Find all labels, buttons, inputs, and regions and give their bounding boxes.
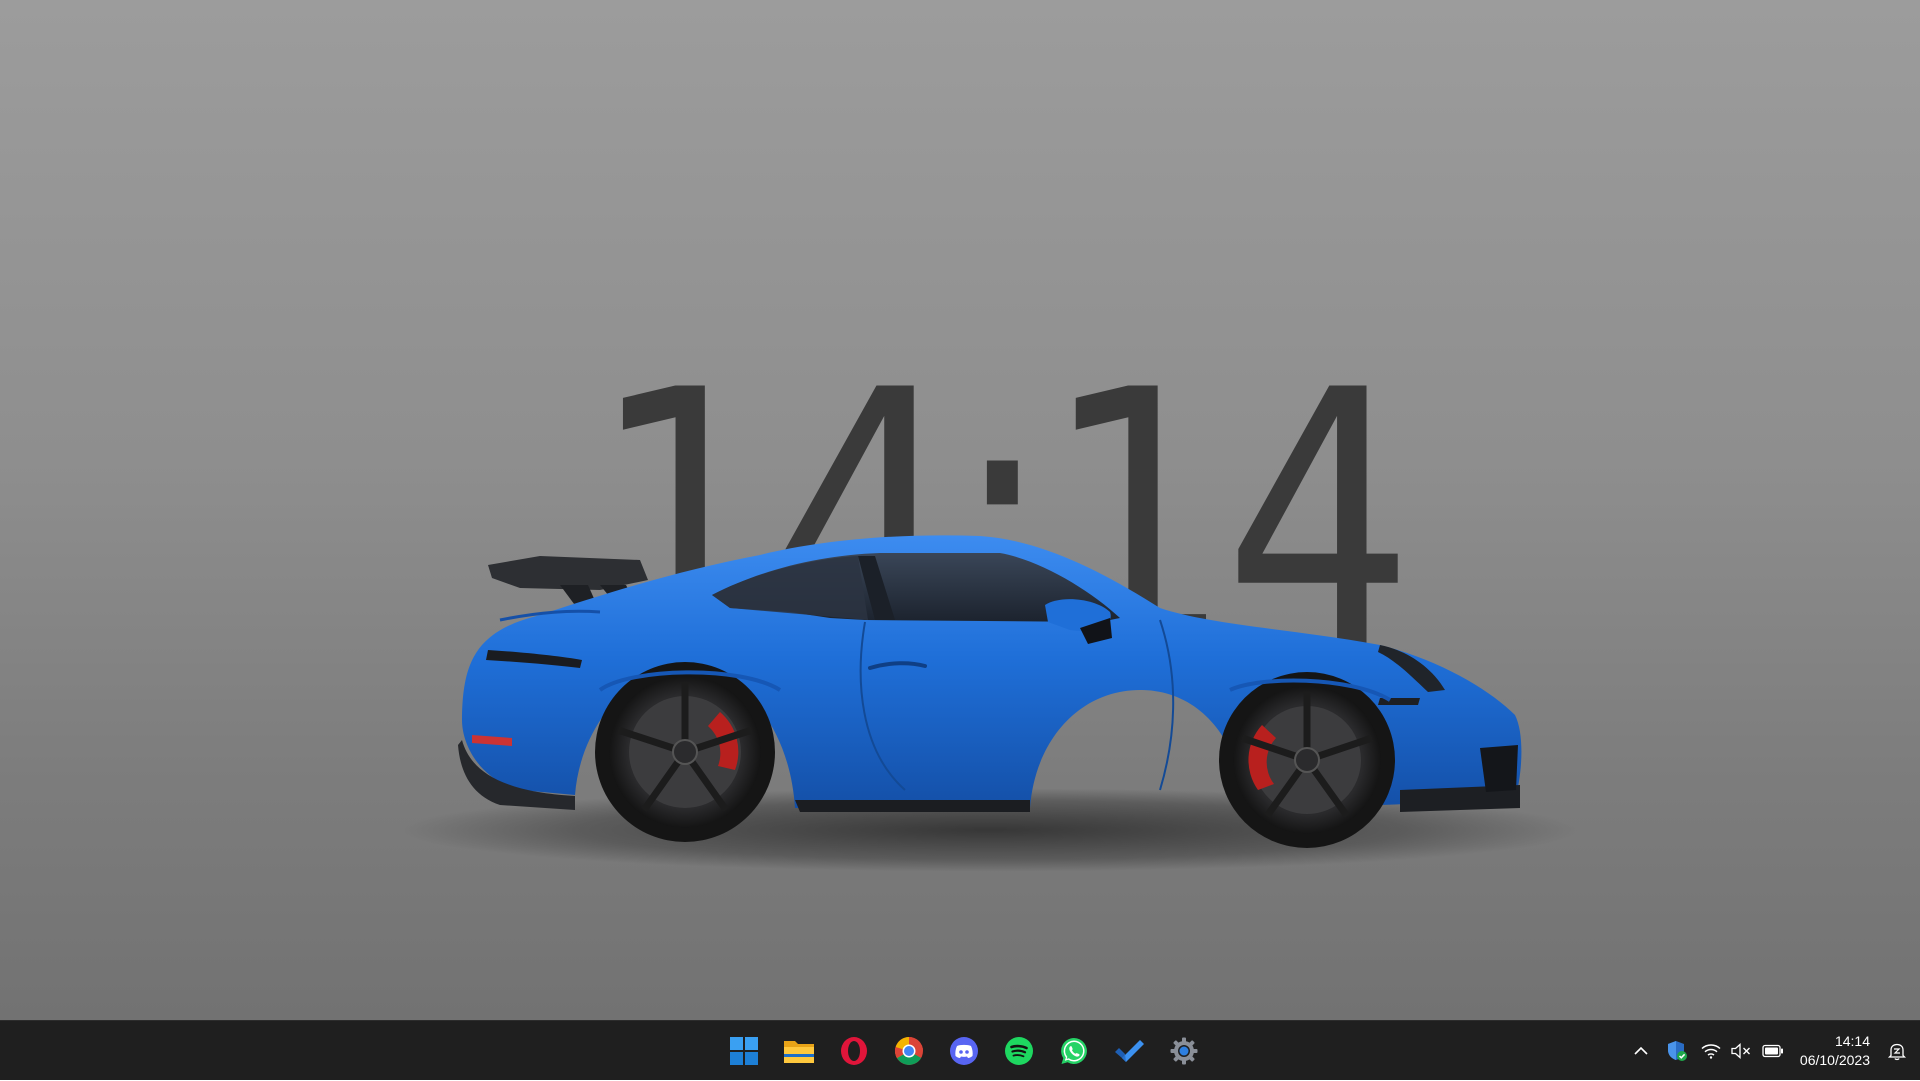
- tray-date: 06/10/2023: [1799, 1052, 1870, 1068]
- opera-button[interactable]: [826, 1021, 881, 1081]
- wifi-icon: [1701, 1044, 1721, 1059]
- spotify-icon: [1004, 1037, 1033, 1065]
- whatsapp-button[interactable]: [1046, 1021, 1101, 1081]
- taskbar-apps: [716, 1021, 1211, 1081]
- todo-check-icon: [1114, 1040, 1144, 1062]
- discord-button[interactable]: [936, 1021, 991, 1081]
- todo-button[interactable]: [1101, 1021, 1156, 1081]
- chevron-up-icon: [1634, 1046, 1648, 1055]
- taskbar-clock[interactable]: 14:14 06/10/2023: [1790, 1021, 1882, 1081]
- windows-start-icon: [729, 1037, 758, 1065]
- desktop-wallpaper: 14:14: [0, 0, 1920, 1020]
- file-explorer-icon: [783, 1041, 814, 1063]
- notification-bell-icon: [1887, 1043, 1907, 1061]
- porsche-car-image: [400, 535, 1580, 872]
- rear-wheel: [595, 662, 775, 842]
- whatsapp-icon: [1060, 1038, 1087, 1064]
- settings-button[interactable]: [1156, 1021, 1211, 1081]
- settings-gear-icon: [1170, 1037, 1197, 1065]
- discord-icon: [949, 1037, 978, 1065]
- network-button[interactable]: [1696, 1021, 1726, 1081]
- spotify-button[interactable]: [991, 1021, 1046, 1081]
- windows-security-icon: [1667, 1041, 1687, 1061]
- volume-button[interactable]: [1726, 1021, 1756, 1081]
- system-tray: 14:14 06/10/2023: [1624, 1021, 1920, 1081]
- front-wheel: [1219, 672, 1395, 848]
- volume-muted-icon: [1731, 1043, 1750, 1059]
- opera-icon: [840, 1037, 867, 1065]
- chrome-button[interactable]: [881, 1021, 936, 1081]
- windows-security-button[interactable]: [1658, 1021, 1696, 1081]
- show-hidden-icons-button[interactable]: [1624, 1021, 1658, 1081]
- battery-icon: [1762, 1044, 1783, 1058]
- chrome-icon: [894, 1037, 923, 1065]
- tray-time: 14:14: [1834, 1033, 1870, 1049]
- start-button[interactable]: [716, 1021, 771, 1081]
- file-explorer-button[interactable]: [771, 1021, 826, 1081]
- notification-center-button[interactable]: [1882, 1021, 1920, 1081]
- battery-button[interactable]: [1756, 1021, 1790, 1081]
- taskbar: 14:14 06/10/2023: [0, 1020, 1920, 1080]
